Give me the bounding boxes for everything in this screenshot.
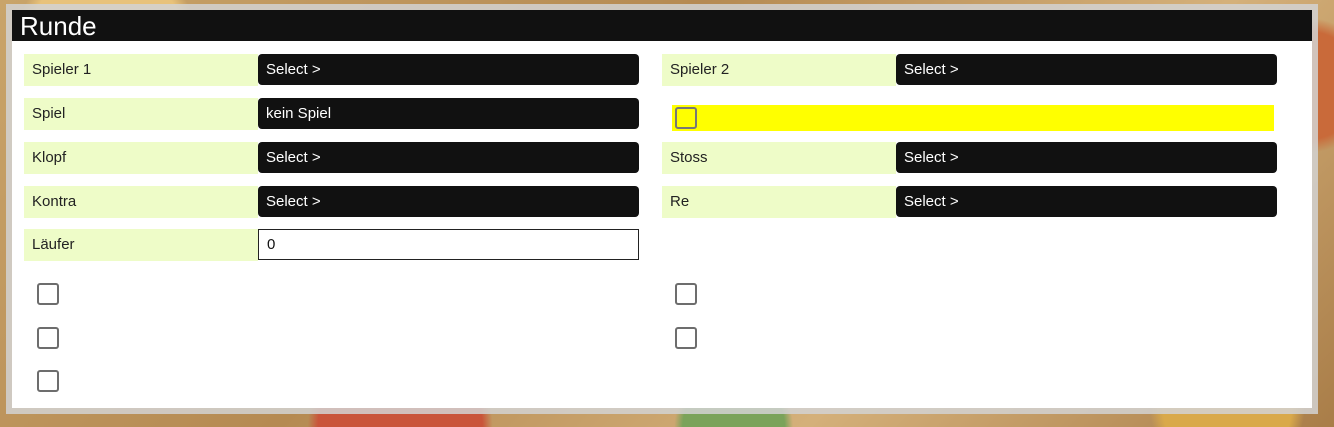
laeufer-label: Läufer xyxy=(24,229,258,261)
re-label: Re xyxy=(662,186,896,218)
spieler2-label: Spieler 2 xyxy=(662,54,896,86)
spieler2-select[interactable]: Select > xyxy=(896,54,1277,85)
left-checkbox-2[interactable] xyxy=(37,327,59,349)
right-checkbox-2[interactable] xyxy=(675,327,697,349)
highlight-checkbox[interactable] xyxy=(675,107,697,129)
kontra-label: Kontra xyxy=(24,186,258,218)
spieler1-label: Spieler 1 xyxy=(24,54,258,86)
laeufer-input[interactable]: 0 xyxy=(258,229,639,260)
spieler1-select[interactable]: Select > xyxy=(258,54,639,85)
spiel-label: Spiel xyxy=(24,98,258,130)
spiel-select[interactable]: kein Spiel xyxy=(258,98,639,129)
stoss-label: Stoss xyxy=(662,142,896,174)
window-title: Runde xyxy=(20,11,97,41)
right-checkbox-1[interactable] xyxy=(675,283,697,305)
title-bar: Runde xyxy=(12,10,1312,41)
highlight-row xyxy=(672,105,1274,131)
round-panel: Runde Spieler 1 Select > Spiel kein Spie… xyxy=(12,10,1312,408)
stoss-select[interactable]: Select > xyxy=(896,142,1277,173)
klopf-label: Klopf xyxy=(24,142,258,174)
left-checkbox-1[interactable] xyxy=(37,283,59,305)
kontra-select[interactable]: Select > xyxy=(258,186,639,217)
re-select[interactable]: Select > xyxy=(896,186,1277,217)
left-checkbox-3[interactable] xyxy=(37,370,59,392)
klopf-select[interactable]: Select > xyxy=(258,142,639,173)
